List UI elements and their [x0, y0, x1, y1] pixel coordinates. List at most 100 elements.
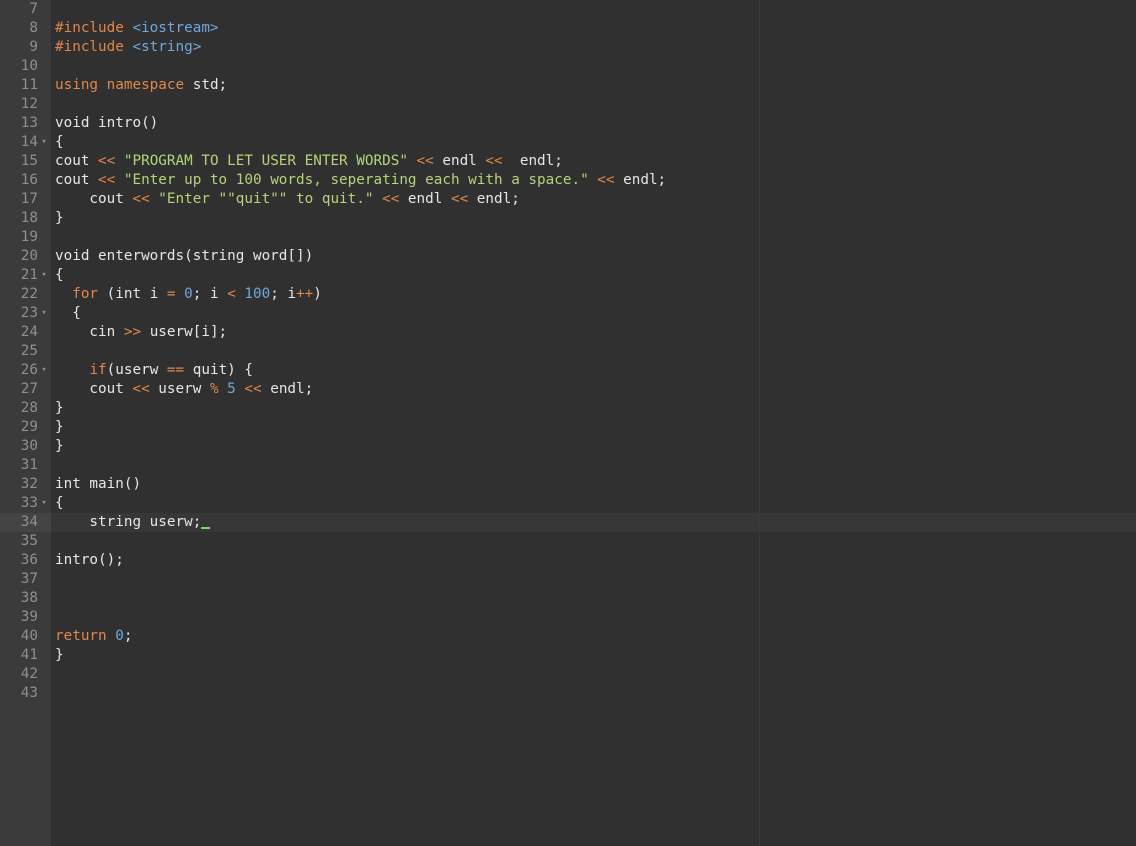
code-line[interactable]: 17 cout << "Enter ""quit"" to quit." << …: [0, 190, 1136, 209]
code-text[interactable]: #include <string>: [55, 38, 201, 57]
code-text[interactable]: cout << "PROGRAM TO LET USER ENTER WORDS…: [55, 152, 563, 171]
code-line[interactable]: 11 using namespace std;: [0, 76, 1136, 95]
code-line[interactable]: 40 return 0;: [0, 627, 1136, 646]
code-line[interactable]: 13 void intro(): [0, 114, 1136, 133]
code-line[interactable]: 30}: [0, 437, 1136, 456]
code-line[interactable]: 38: [0, 589, 1136, 608]
fold-arrow-icon[interactable]: ▾: [39, 494, 49, 513]
code-line[interactable]: 19: [0, 228, 1136, 247]
fold-arrow-icon[interactable]: ▾: [39, 361, 49, 380]
code-text[interactable]: int main(): [55, 475, 141, 494]
code-line[interactable]: 41}: [0, 646, 1136, 665]
code-token: }: [55, 400, 64, 416]
code-line[interactable]: 18}: [0, 209, 1136, 228]
code-line[interactable]: 29}: [0, 418, 1136, 437]
code-text[interactable]: string userw;: [55, 513, 211, 532]
code-line[interactable]: 34 string userw;: [0, 513, 1136, 532]
code-text[interactable]: {: [55, 133, 64, 152]
code-line[interactable]: 16 cout << "Enter up to 100 words, sepera…: [0, 171, 1136, 190]
line-number: 30: [20, 438, 38, 454]
code-text[interactable]: void enterwords(string word[]): [55, 247, 313, 266]
code-token: void intro(): [55, 115, 159, 131]
code-line[interactable]: 21 ▾ {: [0, 266, 1136, 285]
code-token: <<: [485, 153, 503, 169]
code-line[interactable]: 9 #include <string>: [0, 38, 1136, 57]
code-text[interactable]: }: [55, 209, 64, 228]
code-token: <<: [98, 172, 116, 188]
code-text[interactable]: cout << userw % 5 << endl;: [55, 380, 313, 399]
code-text[interactable]: for (int i = 0; i < 100; i++): [55, 285, 322, 304]
line-number: 40: [20, 628, 38, 644]
code-text[interactable]: void intro(): [55, 114, 158, 133]
code-line[interactable]: 27 cout << userw % 5 << endl;: [0, 380, 1136, 399]
code-line[interactable]: 28}: [0, 399, 1136, 418]
code-editor[interactable]: 7 8 #include <iostream> 9 #include <string> 1…: [0, 0, 1136, 846]
code-line[interactable]: 10: [0, 57, 1136, 76]
line-number: 31: [20, 457, 38, 473]
code-text[interactable]: intro();: [55, 551, 124, 570]
code-token: =: [166, 286, 176, 302]
code-line[interactable]: 22 for (int i = 0; i < 100; i++): [0, 285, 1136, 304]
code-text[interactable]: return 0;: [55, 627, 132, 646]
line-number: 22: [20, 286, 38, 302]
code-token: <<: [132, 191, 150, 207]
code-text[interactable]: cout << "Enter up to 100 words, seperati…: [55, 171, 666, 190]
code-token: }: [55, 438, 64, 454]
code-token: cout: [55, 191, 133, 207]
code-token: {: [55, 495, 64, 511]
code-token: #include: [55, 20, 133, 36]
line-number: 16: [20, 172, 38, 188]
code-line[interactable]: 26 ▾ if(userw == quit) {: [0, 361, 1136, 380]
code-token: <iostream>: [132, 20, 219, 36]
code-text[interactable]: cin >> userw[i];: [55, 323, 227, 342]
code-line[interactable]: 20 void enterwords(string word[]): [0, 247, 1136, 266]
code-line[interactable]: 25: [0, 342, 1136, 361]
code-text[interactable]: {: [55, 266, 64, 285]
code-line[interactable]: 14 ▾ {: [0, 133, 1136, 152]
code-text[interactable]: }: [55, 399, 64, 418]
line-number: 9: [29, 39, 38, 55]
code-token: {: [55, 267, 64, 283]
code-token: }: [55, 647, 64, 663]
fold-arrow-icon[interactable]: ▾: [39, 266, 49, 285]
code-line[interactable]: 31: [0, 456, 1136, 475]
code-line[interactable]: 37: [0, 570, 1136, 589]
code-token: cout: [55, 381, 133, 397]
code-line[interactable]: 39: [0, 608, 1136, 627]
code-text[interactable]: }: [55, 437, 64, 456]
code-line[interactable]: 42: [0, 665, 1136, 684]
code-text[interactable]: using namespace std;: [55, 76, 227, 95]
code-token: userw[i];: [141, 324, 228, 340]
line-number: 29: [20, 419, 38, 435]
code-text[interactable]: {: [55, 304, 81, 323]
code-text[interactable]: }: [55, 646, 64, 665]
code-line[interactable]: 12: [0, 95, 1136, 114]
code-line[interactable]: 7: [0, 0, 1136, 19]
code-line[interactable]: 35: [0, 532, 1136, 551]
line-number: 41: [20, 647, 38, 663]
code-text[interactable]: }: [55, 418, 64, 437]
code-text[interactable]: #include <iostream>: [55, 19, 219, 38]
code-token: ;: [123, 628, 133, 644]
code-line[interactable]: 15 cout << "PROGRAM TO LET USER ENTER WOR…: [0, 152, 1136, 171]
code-token: if: [89, 362, 107, 378]
code-line[interactable]: 36 intro();: [0, 551, 1136, 570]
code-line[interactable]: 43: [0, 684, 1136, 703]
fold-arrow-icon[interactable]: ▾: [39, 133, 49, 152]
code-line[interactable]: 23 ▾ {: [0, 304, 1136, 323]
code-token: <<: [450, 191, 469, 207]
code-text[interactable]: if(userw == quit) {: [55, 361, 253, 380]
code-line[interactable]: 24 cin >> userw[i];: [0, 323, 1136, 342]
code-token: <<: [382, 191, 400, 207]
fold-arrow-icon[interactable]: ▾: [39, 304, 49, 323]
code-line[interactable]: 8 #include <iostream>: [0, 19, 1136, 38]
code-token: 0: [115, 628, 124, 644]
code-text[interactable]: {: [55, 494, 64, 513]
code-token: "Enter ""quit"" to quit.": [158, 191, 374, 207]
code-line[interactable]: 32 int main(): [0, 475, 1136, 494]
code-token: <<: [416, 153, 434, 169]
code-text[interactable]: cout << "Enter ""quit"" to quit." << end…: [55, 190, 519, 209]
code-line[interactable]: 33 ▾ {: [0, 494, 1136, 513]
